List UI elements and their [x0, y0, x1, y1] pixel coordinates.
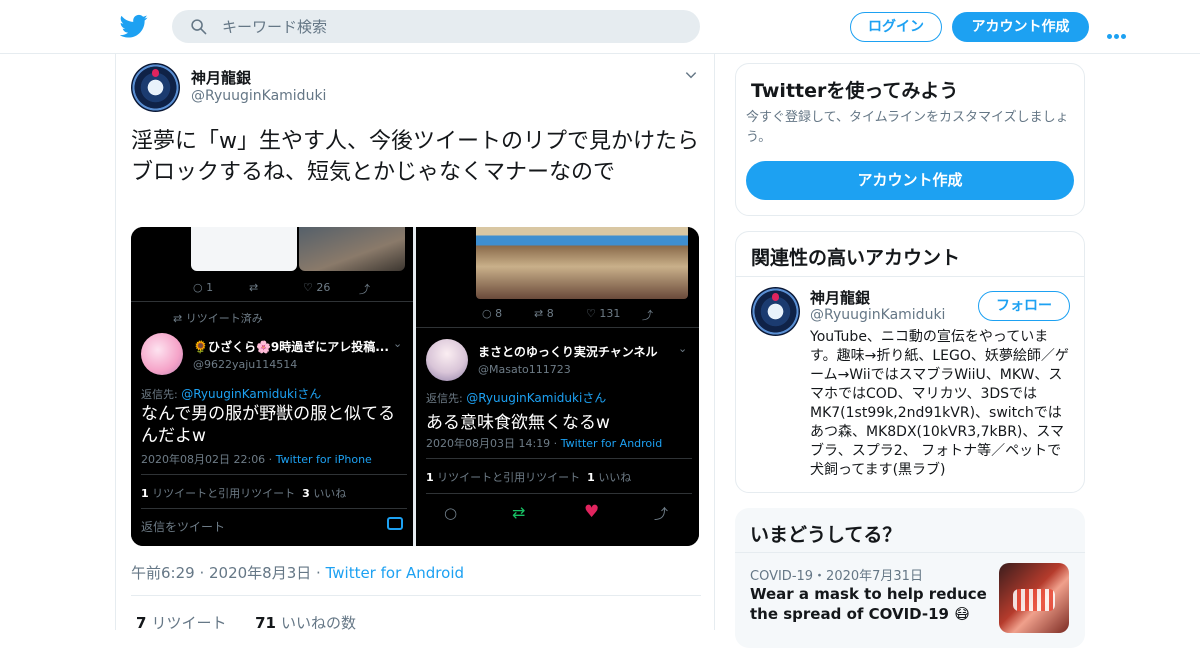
author-avatar[interactable] [131, 63, 180, 112]
signup-card-desc: 今すぐ登録して、タイムラインをカスタマイズしましょう。 [746, 110, 1069, 145]
reply-prompt: 返信をツイート [141, 520, 226, 534]
tweet-column: 神月龍銀 @RyuuginKamiduki 淫夢に「w」生やす人、今後ツイートの… [115, 54, 715, 632]
share-icon: ⤴ [654, 507, 668, 523]
search-icon [191, 19, 207, 35]
trend-meta: COVID-19・2020年7月31日 [750, 569, 923, 584]
reply-to: 返信先: @RyuuginKamidukiさん [141, 387, 322, 401]
chevron-down-icon: ⌄ [678, 342, 688, 355]
follow-button[interactable]: フォロー [978, 291, 1070, 321]
signup-button[interactable]: アカウント作成 [952, 12, 1089, 42]
reply-text: ある意味食欲無くなるw [426, 413, 610, 433]
chevron-down-icon: ⌄ [393, 337, 403, 350]
screenshot-photo [476, 227, 688, 299]
related-handle[interactable]: @RyuuginKamiduki [810, 307, 945, 323]
like-stat[interactable]: 71 いいねの数 [255, 614, 356, 632]
reply-stats: 1 リツイートと引用リツイート 3 いいね [141, 487, 347, 500]
tweet-source[interactable]: Twitter for Android [326, 564, 464, 582]
share-icon: ⤴ [642, 309, 653, 322]
screenshot-thumb [191, 227, 297, 271]
related-avatar[interactable] [751, 287, 800, 336]
share-icon: ⤴ [359, 283, 370, 296]
reply-stats: 1 リツイートと引用リツイート 1 いいね [426, 471, 632, 484]
like-count: ♡ 26 [303, 281, 331, 294]
reply-name: まさとのゆっくり実況チャンネル [478, 345, 658, 359]
top-bar: ログイン アカウント作成 [0, 0, 1200, 54]
media-image-left[interactable]: ○ 1 ⇄ ♡ 26 ⤴ ⇄ リツイート済み 🌻ひざくら🌸9時過ぎにアレ投稿..… [131, 227, 413, 546]
trend-headline[interactable]: Wear a mask to help reduce the spread of… [750, 584, 990, 624]
media-image-right[interactable]: ○ 8 ⇄ 8 ♡ 131 ⤴ まさとのゆっくり実況チャンネル ⌄ @Masat… [416, 227, 699, 546]
author-name[interactable]: 神月龍銀 [191, 67, 251, 88]
whats-happening-card: いまどうしてる？ COVID-19・2020年7月31日 Wear a mask… [735, 508, 1085, 648]
trend-image[interactable] [999, 563, 1069, 633]
reply-to: 返信先: @RyuuginKamidukiさん [426, 391, 607, 405]
tweet-date[interactable]: 2020年8月3日 [209, 564, 311, 582]
tweet-media[interactable]: ○ 1 ⇄ ♡ 26 ⤴ ⇄ リツイート済み 🌻ひざくら🌸9時過ぎにアレ投稿..… [131, 227, 699, 546]
like-count: ♡ 131 [586, 307, 621, 320]
related-name[interactable]: 神月龍銀 [810, 287, 870, 308]
related-accounts-card: 関連性の高いアカウント 神月龍銀 @RyuuginKamiduki フォロー Y… [735, 231, 1085, 493]
camera-icon [387, 517, 403, 530]
retweeted-label: ⇄ リツイート済み [173, 312, 263, 325]
reply-count: ○ 1 [193, 281, 214, 294]
tweet-text: 淫夢に「w」生やす人、今後ツイートのリプで見かけたらブロックするね、短気とかじゃ… [131, 129, 699, 185]
signup-card-title: Twitterを使ってみよう [751, 80, 959, 102]
reply-handle: @Masato111723 [478, 363, 571, 376]
reply-handle: @9622yaju114514 [193, 358, 298, 371]
reply-text: なんで男の服が野獣の服と似てるんだよw [141, 404, 396, 446]
more-options-icon[interactable] [1107, 24, 1129, 39]
reply-icon: ○ [444, 504, 458, 522]
retweet-stat[interactable]: 7 リツイート [136, 614, 226, 632]
retweet-icon: ⇄ [249, 281, 259, 294]
screenshot-thumb-photo [299, 227, 405, 271]
related-card-title: 関連性の高いアカウント [751, 247, 961, 269]
reply-count: ○ 8 [482, 307, 503, 320]
reply-name: 🌻ひざくら🌸9時過ぎにアレ投稿... [193, 340, 389, 354]
search-input[interactable] [222, 10, 682, 43]
author-handle[interactable]: @RyuuginKamiduki [191, 88, 326, 104]
tweet-time[interactable]: 午前6:29 [131, 564, 195, 582]
trends-card-title: いまどうしてる？ [750, 524, 902, 546]
chevron-down-icon[interactable] [684, 68, 698, 82]
retweet-icon: ⇄ [512, 503, 526, 522]
reply-timestamp: 2020年08月02日 22:06 · Twitter for iPhone [141, 453, 372, 466]
heart-icon: ♥ [584, 502, 600, 522]
signup-card: Twitterを使ってみよう 今すぐ登録して、タイムラインをカスタマイズしましょ… [735, 63, 1085, 216]
login-button[interactable]: ログイン [850, 12, 942, 42]
reply-timestamp: 2020年08月03日 14:19 · Twitter for Android [426, 437, 663, 450]
search-box[interactable] [172, 10, 700, 43]
reply-avatar [426, 339, 468, 381]
related-bio: YouTube、ニコ動の宣伝をやっています。趣味→折り紙、LEGO、妖夢絵師／ゲ… [810, 329, 1069, 478]
reply-avatar [141, 333, 183, 375]
tweet-meta: 午前6:29 · 2020年8月3日 · Twitter for Android [131, 564, 465, 582]
retweet-count: ⇄ 8 [534, 307, 554, 320]
signup-card-button[interactable]: アカウント作成 [746, 161, 1074, 200]
twitter-logo-icon[interactable] [120, 12, 148, 40]
